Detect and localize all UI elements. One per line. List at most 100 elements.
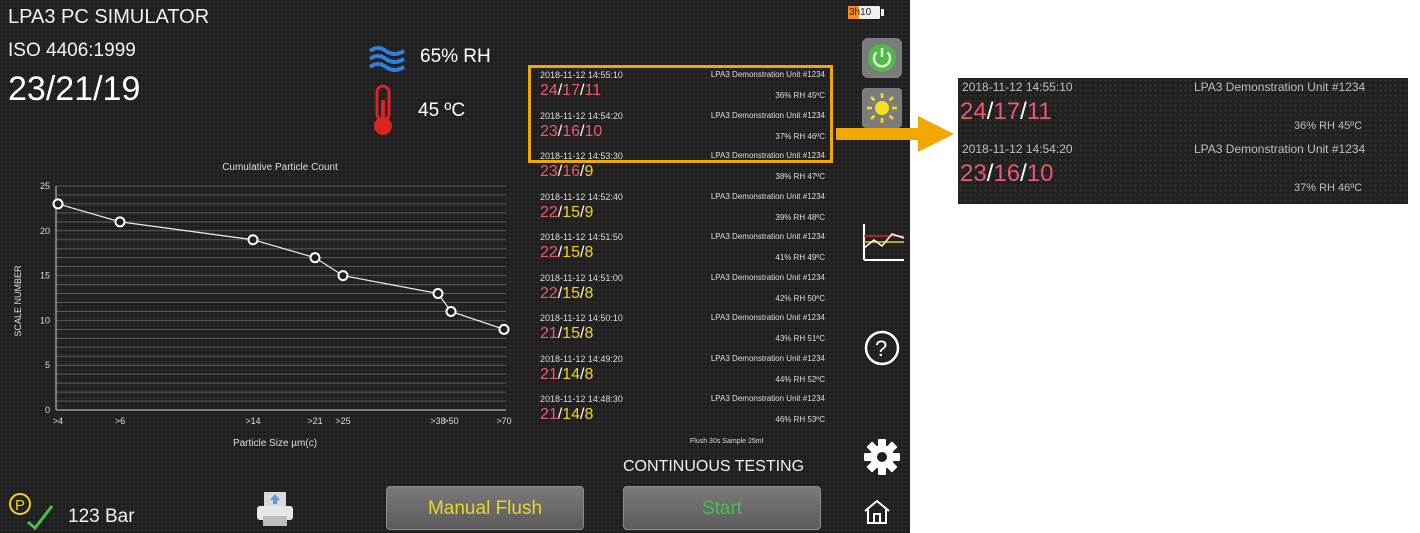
zoom-timestamp: 2018-11-12 14:55:10 — [962, 80, 1073, 94]
app-title: LPA3 PC SIMULATOR — [8, 6, 210, 28]
result-record[interactable]: 2018-11-12 14:49:20 LPA3 Demonstration Un… — [540, 354, 825, 394]
record-iso-code: 22/15/8 — [540, 244, 593, 262]
zoom-code-14um: 10 — [1026, 160, 1054, 187]
record-env-reading: 44% RH 52ºC — [775, 374, 825, 384]
record-unit-name: LPA3 Demonstration Unit #1234 — [710, 313, 825, 322]
home-icon[interactable] — [862, 498, 892, 526]
record-code-6um: 15 — [562, 325, 581, 342]
data-point — [247, 234, 259, 246]
record-code-4um: 21 — [540, 365, 558, 383]
zoom-timestamp: 2018-11-12 14:54:20 — [962, 142, 1073, 156]
record-code-4um: 22 — [540, 203, 558, 221]
code-separator: / — [1020, 98, 1027, 125]
battery-indicator: 3h10 — [848, 6, 884, 19]
record-unit-name: LPA3 Demonstration Unit #1234 — [710, 232, 825, 241]
svg-text:P: P — [15, 497, 25, 514]
y-tick-label: 10 — [40, 315, 50, 325]
record-code-6um: 14 — [562, 406, 581, 423]
data-point — [432, 288, 444, 300]
start-button[interactable]: Start — [623, 486, 821, 530]
data-point — [498, 323, 510, 335]
record-unit-name: LPA3 Demonstration Unit #1234 — [710, 272, 825, 282]
callout-arrow — [836, 116, 954, 152]
record-code-14um: 8 — [584, 406, 594, 423]
data-point — [114, 216, 126, 228]
x-tick-label: >4 — [53, 416, 63, 426]
record-code-14um: 9 — [584, 163, 594, 180]
chart-x-label: Particle Size µm(c) — [232, 438, 318, 449]
x-tick-label: >70 — [496, 416, 511, 426]
result-record[interactable]: 2018-11-12 14:52:40 LPA3 Demonstration Un… — [540, 192, 825, 232]
record-code-6um: 16 — [562, 163, 581, 180]
result-record[interactable]: 2018-11-12 14:50:10 LPA3 Demonstration Un… — [540, 313, 825, 353]
zoom-code-6um: 17 — [993, 98, 1021, 125]
power-icon — [868, 44, 896, 72]
record-timestamp: 2018-11-12 14:49:20 — [540, 353, 623, 364]
manual-flush-button[interactable]: Manual Flush — [386, 486, 584, 530]
zoom-code-4um: 24 — [960, 98, 987, 125]
data-point — [52, 198, 64, 210]
zoom-unit-name: LPA3 Demonstration Unit #1234 — [1194, 80, 1366, 94]
y-tick-label: 0 — [45, 405, 50, 415]
record-env-reading: 42% RH 50ºC — [775, 293, 825, 303]
svg-text:?: ? — [875, 336, 887, 361]
record-code-4um: 22 — [540, 284, 558, 302]
record-iso-code: 22/15/9 — [540, 204, 593, 222]
help-icon[interactable]: ? — [862, 328, 902, 368]
record-env-reading: 39% RH 48ºC — [775, 212, 825, 222]
zoom-code-14um: 11 — [1026, 98, 1052, 125]
record-code-14um: 8 — [584, 244, 594, 261]
flush-settings: Flush 30s Sample 25ml — [690, 438, 764, 445]
record-code-6um: 15 — [562, 203, 581, 221]
x-tick-label: >50 — [443, 416, 458, 426]
y-tick-label: 25 — [40, 181, 50, 191]
record-code-14um: 8 — [584, 365, 594, 383]
particle-count-chart: 0510152025>4 >6 >14 >21 >25 >38>50 >70 — [40, 181, 512, 426]
record-unit-name: LPA3 Demonstration Unit #1234 — [710, 353, 825, 363]
gear-icon[interactable] — [862, 437, 902, 477]
code-separator: / — [1020, 160, 1027, 187]
chart-y-label: SCALE NUMBER — [13, 265, 23, 337]
record-timestamp: 2018-11-12 14:52:40 — [540, 191, 623, 202]
y-tick-label: 20 — [40, 226, 50, 236]
zoom-iso-code: 24/17/11 — [960, 98, 1052, 126]
y-tick-label: 5 — [45, 360, 50, 370]
chart-title: Cumulative Particle Count — [222, 162, 338, 173]
data-point — [309, 252, 321, 264]
result-record[interactable]: 2018-11-12 14:51:50 LPA3 Demonstration Un… — [540, 232, 825, 272]
record-timestamp: 2018-11-12 14:51:00 — [540, 272, 623, 283]
record-iso-code: 22/15/8 — [540, 285, 593, 303]
record-code-6um: 15 — [562, 284, 581, 302]
record-iso-code: 23/16/9 — [540, 163, 593, 181]
zoom-iso-code: 23/16/10 — [960, 160, 1053, 188]
record-env-reading: 43% RH 51ºC — [775, 334, 825, 343]
power-button[interactable] — [862, 38, 902, 78]
x-tick-label: >6 — [115, 416, 125, 426]
record-timestamp: 2018-11-12 14:51:50 — [540, 232, 623, 242]
app-screen: LPA3 PC SIMULATOR ISO 4406:1999 23/21/19… — [0, 0, 910, 533]
record-env-reading: 38% RH 47ºC — [775, 172, 825, 181]
zoomed-results-panel: 2018-11-12 14:55:10 LPA3 Demonstration U… — [958, 78, 1408, 204]
trend-chart-icon[interactable] — [862, 222, 906, 262]
record-iso-code: 21/14/8 — [540, 366, 593, 384]
record-code-4um: 23 — [540, 163, 558, 180]
record-iso-code: 21/15/8 — [540, 325, 593, 343]
result-record[interactable]: 2018-11-12 14:51:00 LPA3 Demonstration Un… — [540, 273, 825, 313]
record-env-reading: 46% RH 53ºC — [775, 415, 825, 424]
zoom-env-reading: 36% RH 45ºC — [1294, 120, 1363, 132]
result-record[interactable]: 2018-11-12 14:48:30 LPA3 Demonstration Un… — [540, 394, 825, 434]
data-point — [337, 270, 349, 282]
printer-icon[interactable] — [255, 490, 295, 528]
x-tick-label: >14 — [245, 416, 260, 426]
record-unit-name: LPA3 Demonstration Unit #1234 — [710, 191, 825, 201]
data-point — [445, 305, 457, 317]
zoom-code-4um: 23 — [960, 160, 987, 187]
battery-time: 3h10 — [849, 7, 872, 18]
iso-standard: ISO 4406:1999 — [8, 40, 136, 61]
humidity-waves-icon — [368, 46, 406, 72]
zoom-unit-name: LPA3 Demonstration Unit #1234 — [1194, 142, 1366, 156]
record-iso-code: 21/14/8 — [540, 406, 593, 424]
record-code-14um: 8 — [584, 284, 594, 302]
humidity-value: 65% RH — [420, 46, 491, 67]
pressure-value: 123 Bar — [68, 506, 135, 527]
